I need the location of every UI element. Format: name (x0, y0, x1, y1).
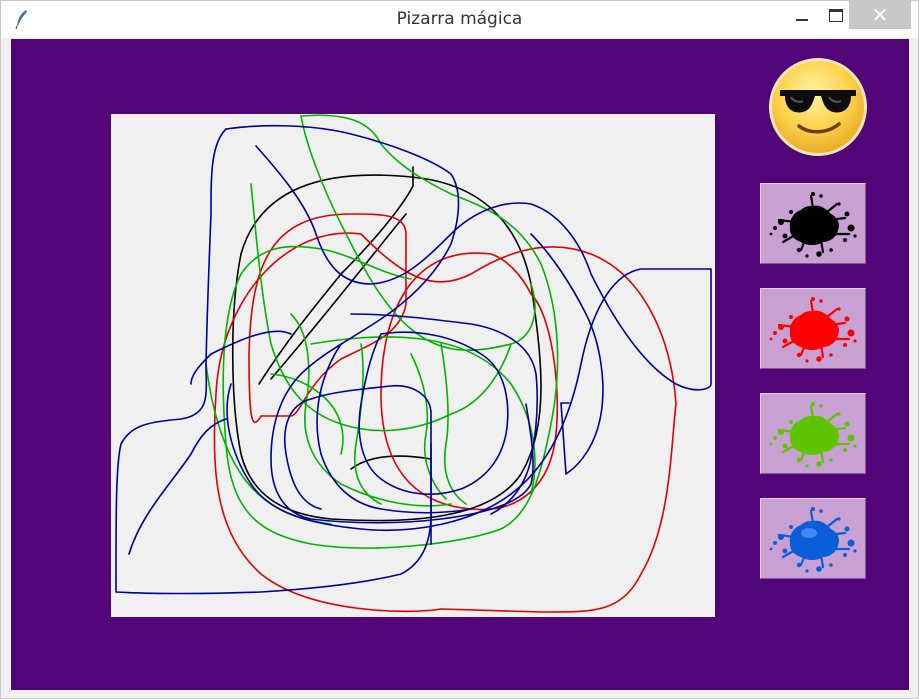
black-strokes (231, 166, 542, 522)
splat-drop (769, 232, 773, 236)
green-strokes (205, 114, 559, 549)
splat-drop (789, 315, 793, 319)
splat-drop (847, 329, 855, 337)
red-color-button[interactable] (760, 288, 866, 369)
splat-drop (773, 436, 777, 440)
splat-drop (853, 549, 857, 553)
close-icon: ✕ (871, 3, 889, 27)
splat-blob (789, 310, 840, 350)
splat-drop (782, 548, 788, 554)
splat-drop (853, 339, 857, 343)
splat-drop (796, 562, 802, 568)
splat-drop (816, 461, 822, 467)
splat-drop (853, 234, 857, 238)
app-window: Pizarra mágica ✕ (0, 0, 919, 699)
splat-blob (789, 205, 840, 245)
green-ink-splat-icon (769, 402, 857, 468)
splat-drop (789, 420, 793, 424)
splat-drop (816, 566, 822, 572)
splat-drop (773, 226, 777, 230)
splat-ray (825, 412, 839, 424)
splat-drop (769, 442, 773, 446)
splat-drop (796, 247, 802, 253)
splat-drop (782, 233, 788, 239)
red-strokes (213, 213, 677, 613)
splat-drop (844, 211, 850, 217)
drawing-board[interactable] (111, 114, 715, 617)
splat-drop (805, 359, 809, 363)
splat-drop (789, 525, 793, 529)
blue-color-button[interactable] (760, 498, 866, 579)
splat-drop (853, 444, 857, 448)
splat-drop (778, 324, 784, 330)
splat-drop (819, 404, 823, 408)
splat-drop (782, 443, 788, 449)
splat-drop (844, 526, 850, 532)
splat-drop (778, 219, 784, 225)
black-ink-splat-icon (769, 192, 857, 258)
splat-drop (769, 337, 773, 341)
black-color-button[interactable] (760, 183, 866, 264)
splat-drop (837, 517, 841, 521)
splat-drop (773, 541, 777, 545)
splat-drop (805, 569, 809, 573)
splat-ray (825, 517, 839, 529)
splat-drop (782, 338, 788, 344)
splat-drop (819, 299, 823, 303)
splat-drop (789, 210, 793, 214)
splat-ray (825, 202, 839, 214)
splat-drop (811, 507, 815, 511)
splat-drop (769, 547, 773, 551)
minimize-button[interactable] (783, 1, 821, 29)
splat-drop (811, 402, 815, 406)
splat-drop (837, 202, 841, 206)
red-ink-splat-icon (769, 297, 857, 363)
window-title: Pizarra mágica (396, 9, 523, 29)
splat-drop (829, 353, 833, 357)
splat-drop (796, 457, 802, 463)
splat-drop (847, 434, 855, 442)
splat-drop (819, 194, 823, 198)
splat-drop (829, 458, 833, 462)
splat-drop (778, 534, 784, 540)
splat-blob (789, 520, 840, 560)
splat-drop (816, 356, 822, 362)
splat-drop (847, 539, 855, 547)
splat-drop (805, 254, 809, 258)
splat-drop (843, 238, 847, 242)
splat-drop (811, 297, 815, 301)
splat-drop (844, 421, 850, 427)
splat-drop (843, 553, 847, 557)
blue-ink-splat-icon (769, 507, 857, 573)
splat-drop (778, 429, 784, 435)
sunglasses-smiley-icon (769, 58, 867, 156)
splat-ray (825, 307, 839, 319)
splat-drop (816, 251, 822, 257)
green-color-button[interactable] (760, 393, 866, 474)
splat-drop (811, 192, 815, 196)
splat-drop (819, 509, 823, 513)
splat-highlight (801, 528, 817, 538)
splat-drop (837, 307, 841, 311)
splat-drop (843, 448, 847, 452)
splat-drop (844, 316, 850, 322)
splat-drop (843, 343, 847, 347)
splat-drop (773, 331, 777, 335)
drawing-strokes (115, 114, 712, 613)
title-bar[interactable]: Pizarra mágica ✕ (1, 1, 918, 38)
close-button[interactable]: ✕ (849, 1, 911, 29)
splat-drop (829, 248, 833, 252)
splat-drop (796, 352, 802, 358)
splat-drop (847, 224, 855, 232)
splat-drop (829, 563, 833, 567)
splat-blob (789, 415, 840, 455)
splat-drop (837, 412, 841, 416)
app-background (11, 39, 909, 690)
splat-drop (805, 464, 809, 468)
